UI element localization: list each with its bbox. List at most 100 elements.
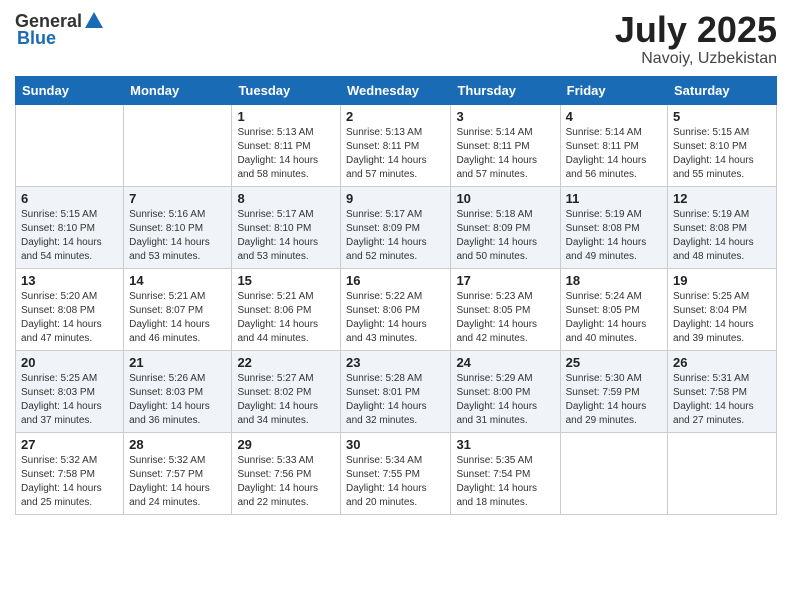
calendar-cell: 21 Sunrise: 5:26 AMSunset: 8:03 PMDayligh… <box>124 350 232 432</box>
calendar-header-wednesday: Wednesday <box>341 76 451 104</box>
day-number: 26 <box>673 355 771 370</box>
cell-content: Sunrise: 5:19 AMSunset: 8:08 PMDaylight:… <box>566 208 662 264</box>
cell-content: Sunrise: 5:28 AMSunset: 8:01 PMDaylight:… <box>346 372 445 428</box>
day-number: 7 <box>129 191 226 206</box>
day-number: 12 <box>673 191 771 206</box>
calendar-cell: 20 Sunrise: 5:25 AMSunset: 8:03 PMDayligh… <box>16 350 124 432</box>
calendar-cell: 12 Sunrise: 5:19 AMSunset: 8:08 PMDayligh… <box>668 186 777 268</box>
day-number: 22 <box>237 355 335 370</box>
day-number: 9 <box>346 191 445 206</box>
calendar-cell: 22 Sunrise: 5:27 AMSunset: 8:02 PMDayligh… <box>232 350 341 432</box>
cell-content: Sunrise: 5:34 AMSunset: 7:55 PMDaylight:… <box>346 454 445 510</box>
calendar-cell: 30 Sunrise: 5:34 AMSunset: 7:55 PMDayligh… <box>341 432 451 514</box>
cell-content: Sunrise: 5:21 AMSunset: 8:06 PMDaylight:… <box>237 290 335 346</box>
day-number: 29 <box>237 437 335 452</box>
cell-content: Sunrise: 5:27 AMSunset: 8:02 PMDaylight:… <box>237 372 335 428</box>
title-block: July 2025 Navoiy, Uzbekistan <box>615 10 777 68</box>
calendar-header-row: SundayMondayTuesdayWednesdayThursdayFrid… <box>16 76 777 104</box>
day-number: 28 <box>129 437 226 452</box>
calendar-cell: 4Sunrise: 5:14 AMSunset: 8:11 PMDaylight… <box>560 104 667 186</box>
calendar-cell: 24 Sunrise: 5:29 AMSunset: 8:00 PMDayligh… <box>451 350 560 432</box>
calendar-header-tuesday: Tuesday <box>232 76 341 104</box>
day-number: 2 <box>346 109 445 124</box>
calendar-header-friday: Friday <box>560 76 667 104</box>
cell-content: Sunrise: 5:32 AMSunset: 7:58 PMDaylight:… <box>21 454 118 510</box>
calendar-cell: 29Sunrise: 5:33 AMSunset: 7:56 PMDayligh… <box>232 432 341 514</box>
calendar-header-monday: Monday <box>124 76 232 104</box>
calendar-cell: 16 Sunrise: 5:22 AMSunset: 8:06 PMDayligh… <box>341 268 451 350</box>
day-number: 25 <box>566 355 662 370</box>
day-number: 16 <box>346 273 445 288</box>
calendar-cell: 15Sunrise: 5:21 AMSunset: 8:06 PMDayligh… <box>232 268 341 350</box>
calendar-cell: 5Sunrise: 5:15 AMSunset: 8:10 PMDaylight… <box>668 104 777 186</box>
cell-content: Sunrise: 5:15 AMSunset: 8:10 PMDaylight:… <box>21 208 118 264</box>
logo-icon <box>83 10 105 32</box>
calendar-header-sunday: Sunday <box>16 76 124 104</box>
cell-content: Sunrise: 5:35 AMSunset: 7:54 PMDaylight:… <box>456 454 554 510</box>
day-number: 4 <box>566 109 662 124</box>
day-number: 14 <box>129 273 226 288</box>
calendar-cell: 11 Sunrise: 5:19 AMSunset: 8:08 PMDayligh… <box>560 186 667 268</box>
logo-blue: Blue <box>17 28 56 49</box>
calendar-cell: 2 Sunrise: 5:13 AMSunset: 8:11 PMDaylight… <box>341 104 451 186</box>
cell-content: Sunrise: 5:25 AMSunset: 8:03 PMDaylight:… <box>21 372 118 428</box>
cell-content: Sunrise: 5:31 AMSunset: 7:58 PMDaylight:… <box>673 372 771 428</box>
calendar-cell <box>124 104 232 186</box>
day-number: 23 <box>346 355 445 370</box>
cell-content: Sunrise: 5:26 AMSunset: 8:03 PMDaylight:… <box>129 372 226 428</box>
calendar-cell: 19Sunrise: 5:25 AMSunset: 8:04 PMDayligh… <box>668 268 777 350</box>
calendar-cell: 31 Sunrise: 5:35 AMSunset: 7:54 PMDayligh… <box>451 432 560 514</box>
day-number: 6 <box>21 191 118 206</box>
calendar-cell <box>560 432 667 514</box>
calendar-cell: 1Sunrise: 5:13 AMSunset: 8:11 PMDaylight… <box>232 104 341 186</box>
calendar-cell: 6 Sunrise: 5:15 AMSunset: 8:10 PMDaylight… <box>16 186 124 268</box>
day-number: 3 <box>456 109 554 124</box>
day-number: 31 <box>456 437 554 452</box>
calendar-cell: 13Sunrise: 5:20 AMSunset: 8:08 PMDayligh… <box>16 268 124 350</box>
cell-content: Sunrise: 5:17 AMSunset: 8:10 PMDaylight:… <box>237 208 335 264</box>
calendar-cell: 7 Sunrise: 5:16 AMSunset: 8:10 PMDaylight… <box>124 186 232 268</box>
calendar-cell: 8 Sunrise: 5:17 AMSunset: 8:10 PMDaylight… <box>232 186 341 268</box>
cell-content: Sunrise: 5:13 AMSunset: 8:11 PMDaylight:… <box>346 126 445 182</box>
cell-content: Sunrise: 5:16 AMSunset: 8:10 PMDaylight:… <box>129 208 226 264</box>
calendar-cell: 25 Sunrise: 5:30 AMSunset: 7:59 PMDayligh… <box>560 350 667 432</box>
cell-content: Sunrise: 5:29 AMSunset: 8:00 PMDaylight:… <box>456 372 554 428</box>
day-number: 20 <box>21 355 118 370</box>
calendar-cell: 3 Sunrise: 5:14 AMSunset: 8:11 PMDaylight… <box>451 104 560 186</box>
calendar-table: SundayMondayTuesdayWednesdayThursdayFrid… <box>15 76 777 515</box>
calendar-cell: 23 Sunrise: 5:28 AMSunset: 8:01 PMDayligh… <box>341 350 451 432</box>
calendar-week-3: 13Sunrise: 5:20 AMSunset: 8:08 PMDayligh… <box>16 268 777 350</box>
cell-content: Sunrise: 5:15 AMSunset: 8:10 PMDaylight:… <box>673 126 771 182</box>
day-number: 21 <box>129 355 226 370</box>
calendar-cell: 14 Sunrise: 5:21 AMSunset: 8:07 PMDayligh… <box>124 268 232 350</box>
cell-content: Sunrise: 5:32 AMSunset: 7:57 PMDaylight:… <box>129 454 226 510</box>
day-number: 10 <box>456 191 554 206</box>
calendar-cell: 17Sunrise: 5:23 AMSunset: 8:05 PMDayligh… <box>451 268 560 350</box>
day-number: 24 <box>456 355 554 370</box>
day-number: 19 <box>673 273 771 288</box>
cell-content: Sunrise: 5:19 AMSunset: 8:08 PMDaylight:… <box>673 208 771 264</box>
cell-content: Sunrise: 5:24 AMSunset: 8:05 PMDaylight:… <box>566 290 662 346</box>
calendar-cell: 28 Sunrise: 5:32 AMSunset: 7:57 PMDayligh… <box>124 432 232 514</box>
calendar-week-2: 6 Sunrise: 5:15 AMSunset: 8:10 PMDaylight… <box>16 186 777 268</box>
calendar-cell: 27 Sunrise: 5:32 AMSunset: 7:58 PMDayligh… <box>16 432 124 514</box>
day-number: 8 <box>237 191 335 206</box>
cell-content: Sunrise: 5:20 AMSunset: 8:08 PMDaylight:… <box>21 290 118 346</box>
cell-content: Sunrise: 5:30 AMSunset: 7:59 PMDaylight:… <box>566 372 662 428</box>
header: General Blue July 2025 Navoiy, Uzbekista… <box>15 10 777 68</box>
page: General Blue July 2025 Navoiy, Uzbekista… <box>0 0 792 525</box>
day-number: 30 <box>346 437 445 452</box>
day-number: 27 <box>21 437 118 452</box>
calendar-week-4: 20 Sunrise: 5:25 AMSunset: 8:03 PMDayligh… <box>16 350 777 432</box>
calendar-header-thursday: Thursday <box>451 76 560 104</box>
calendar-cell <box>16 104 124 186</box>
calendar-cell: 10Sunrise: 5:18 AMSunset: 8:09 PMDayligh… <box>451 186 560 268</box>
cell-content: Sunrise: 5:13 AMSunset: 8:11 PMDaylight:… <box>237 126 335 182</box>
cell-content: Sunrise: 5:14 AMSunset: 8:11 PMDaylight:… <box>456 126 554 182</box>
calendar-cell: 26 Sunrise: 5:31 AMSunset: 7:58 PMDayligh… <box>668 350 777 432</box>
calendar-cell <box>668 432 777 514</box>
cell-content: Sunrise: 5:22 AMSunset: 8:06 PMDaylight:… <box>346 290 445 346</box>
cell-content: Sunrise: 5:21 AMSunset: 8:07 PMDaylight:… <box>129 290 226 346</box>
day-number: 11 <box>566 191 662 206</box>
location: Navoiy, Uzbekistan <box>615 50 777 68</box>
